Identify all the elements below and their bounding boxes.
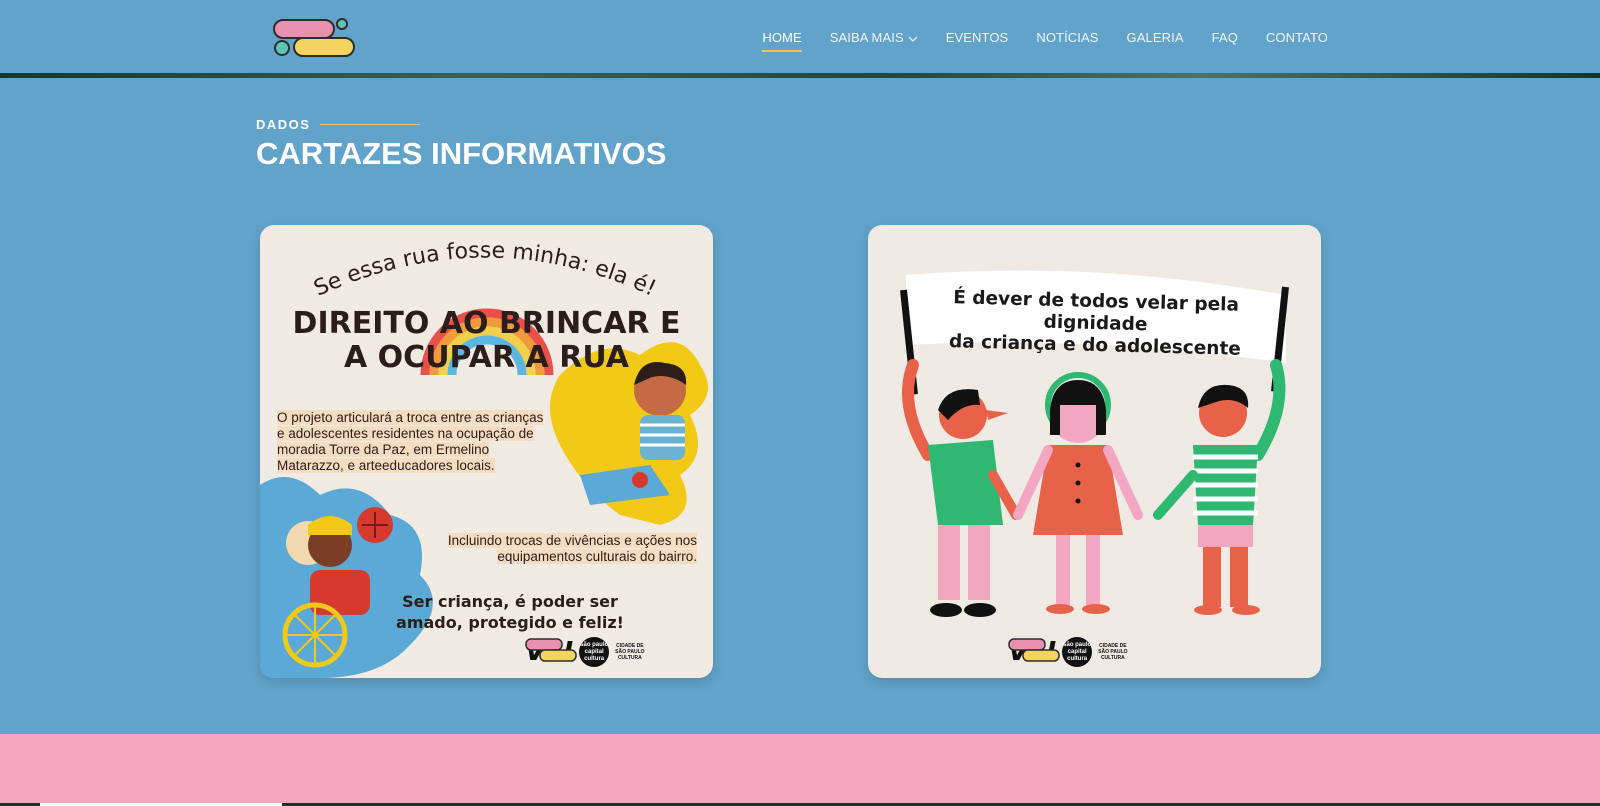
poster1-slogan-l2: amado, protegido e feliz! bbox=[396, 613, 624, 632]
sp-capital-cultura-logo: são paulo capital cultura bbox=[579, 637, 610, 667]
nav-galeria[interactable]: GALERIA bbox=[1113, 30, 1198, 45]
eyebrow-divider bbox=[320, 124, 421, 125]
site-header: HOME SAIBA MAIS EVENTOS NOTÍCIAS GALERIA… bbox=[0, 0, 1600, 74]
chevron-down-icon bbox=[908, 36, 918, 42]
poster1-body1-l4: Matarazzo, e arteeducadores locais. bbox=[277, 458, 495, 473]
sp2-l3: CULTURA bbox=[617, 655, 642, 661]
poster1-body2-l2: equipamentos culturais do bairro. bbox=[497, 549, 697, 564]
poster1-body-1: O projeto articulará a troca entre as cr… bbox=[277, 410, 544, 474]
poster1-sponsor-logos: VAI são paulo capital cultura CIDADE DE … bbox=[525, 637, 645, 667]
poster2-sponsor-logos: VAI são paulo capital cultura CIDADE DE … bbox=[1008, 637, 1128, 667]
poster2-banner-l1: É dever de todos velar pela dignidade bbox=[952, 287, 1240, 336]
nav-noticias[interactable]: NOTÍCIAS bbox=[1022, 30, 1112, 45]
poster1-body2-l1: Incluindo trocas de vivências e ações no… bbox=[447, 533, 697, 548]
nav-saiba-mais-label: SAIBA MAIS bbox=[829, 30, 904, 45]
section-eyebrow: DADOS bbox=[256, 117, 421, 132]
amigos-do-bairro-logo bbox=[1008, 638, 1060, 662]
poster2-banner-text: É dever de todos velar pela dignidade da… bbox=[907, 286, 1284, 362]
site-logo[interactable] bbox=[272, 16, 358, 60]
cidade-sp-cultura-logo: CIDADE DE SÃO PAULO CULTURA bbox=[1098, 643, 1127, 661]
section-title: CARTAZES INFORMATIVOS bbox=[256, 136, 667, 171]
amigos-do-bairro-logo bbox=[525, 638, 577, 662]
sp2-l3: CULTURA bbox=[1100, 655, 1125, 661]
poster1-body1-l1: O projeto articulará a troca entre as cr… bbox=[277, 410, 544, 425]
poster-dever-de-todos[interactable]: É dever de todos velar pela dignidade da… bbox=[868, 225, 1321, 678]
next-section-band bbox=[0, 734, 1600, 806]
poster-direito-ao-brincar[interactable]: Se essa rua fosse minha: ela é! DIREITO … bbox=[260, 225, 713, 678]
poster1-slogan-l1: Ser criança, é poder ser bbox=[402, 592, 618, 611]
eyebrow-label: DADOS bbox=[256, 117, 311, 132]
poster1-slogan: Ser criança, é poder ser amado, protegid… bbox=[395, 591, 625, 633]
poster1-title-line2: A OCUPAR A RUA bbox=[344, 340, 629, 375]
header-image-strip bbox=[0, 73, 1600, 78]
main-nav: HOME SAIBA MAIS EVENTOS NOTÍCIAS GALERIA… bbox=[748, 30, 1342, 52]
poster1-body1-l2: e adolescentes residentes na ocupação de bbox=[277, 426, 534, 441]
nav-eventos[interactable]: EVENTOS bbox=[932, 30, 1023, 45]
nav-saiba-mais[interactable]: SAIBA MAIS bbox=[816, 30, 932, 45]
poster1-arc-text: Se essa rua fosse minha: ela é! bbox=[310, 238, 659, 301]
nav-home[interactable]: HOME bbox=[748, 30, 815, 52]
nav-contato[interactable]: CONTATO bbox=[1252, 30, 1342, 45]
poster1-body1-l3: moradia Torre da Paz, em Ermelino bbox=[277, 442, 490, 457]
sp-capital-cultura-logo: são paulo capital cultura bbox=[1062, 637, 1093, 667]
nav-faq[interactable]: FAQ bbox=[1198, 30, 1252, 45]
poster1-title-line1: DIREITO AO BRINCAR E bbox=[292, 306, 681, 341]
cidade-sp-cultura-logo: CIDADE DE SÃO PAULO CULTURA bbox=[615, 643, 644, 661]
poster1-body-2: Incluindo trocas de vivências e ações no… bbox=[410, 533, 697, 565]
